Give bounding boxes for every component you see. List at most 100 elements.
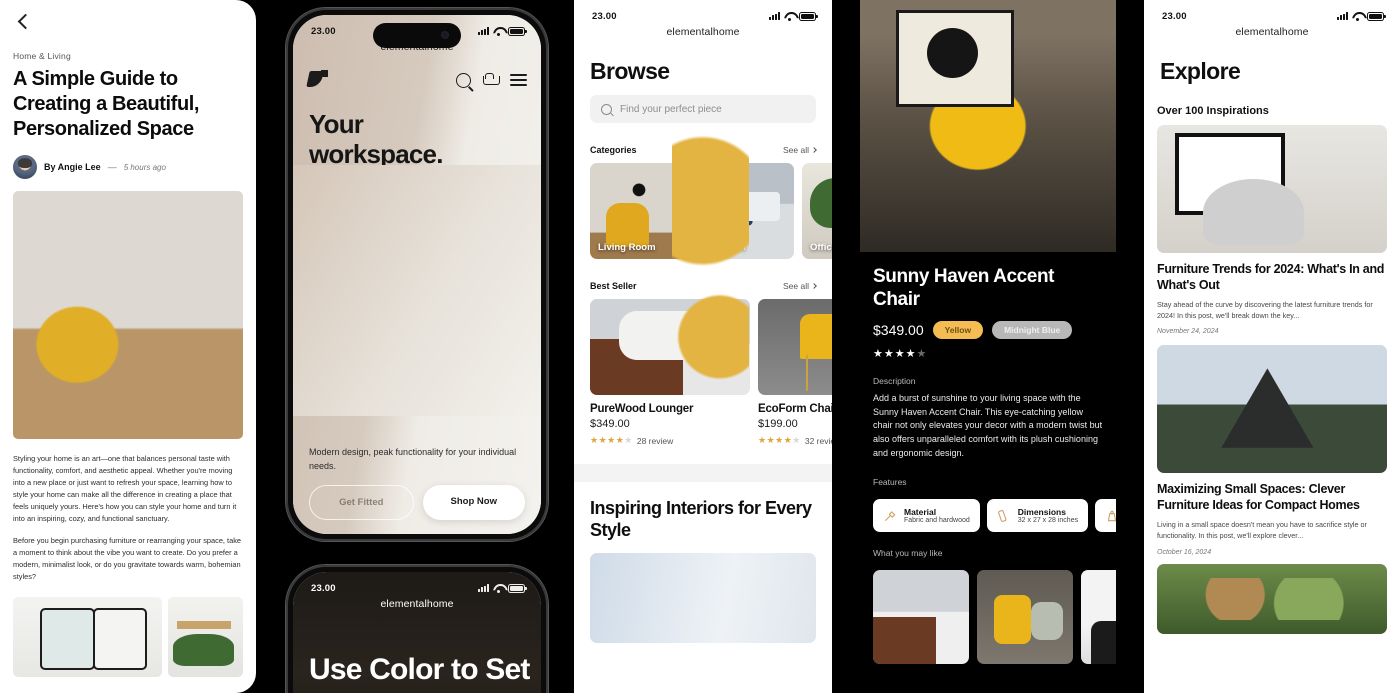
shop-now-button[interactable]: Shop Now [422, 485, 525, 520]
status-indicators [478, 26, 527, 36]
status-indicators [1337, 11, 1386, 21]
see-all-label: See all [783, 145, 809, 155]
landing-tagline: Modern design, peak functionality for yo… [309, 447, 517, 471]
device-frame: 23.00 elementalhome [286, 8, 548, 541]
category-card[interactable]: Office [802, 163, 832, 259]
search-icon [601, 103, 612, 115]
hero-line-1: Your [309, 109, 364, 139]
product-price: $349.00 [873, 321, 924, 338]
screenshot-stage: Home & Living A Simple Guide to Creating… [0, 0, 1400, 693]
article-title: Furniture Trends for 2024: What's In and… [1157, 262, 1385, 292]
feature-card[interactable]: Weight 32 lbs [1095, 499, 1116, 533]
brand-label: elementalhome [666, 26, 740, 38]
features-carousel[interactable]: Material Fabric and hardwood Dimensions … [860, 493, 1116, 533]
feature-title: Dimensions [1017, 507, 1066, 518]
get-fitted-button[interactable]: Get Fitted [309, 485, 414, 520]
see-all-label: See all [783, 281, 809, 291]
explore-panel: 23.00 elementalhome Explore Over 100 Ins… [1144, 0, 1400, 693]
status-bar: 23.00 [1144, 0, 1400, 26]
star-rating-icon: ★★★★★ [873, 347, 928, 360]
dynamic-island [373, 23, 461, 48]
status-time: 23.00 [311, 582, 336, 594]
article-headline: A Simple Guide to Creating a Beautiful, … [13, 68, 200, 140]
category-label: Office [810, 242, 832, 253]
recommendation-card[interactable] [1081, 570, 1116, 665]
article-byline: By Angie Lee — 5 hours ago [0, 141, 256, 191]
star-rating-icon: ★★★★★ [758, 435, 801, 445]
article-timestamp: 5 hours ago [123, 162, 166, 172]
cellular-signal-icon [478, 27, 489, 35]
article-thumbnail [1157, 345, 1387, 474]
chevron-right-icon [811, 283, 817, 289]
status-time: 23.00 [1162, 10, 1187, 22]
chevron-left-icon [17, 13, 34, 30]
device-screen: 23.00 elementalhome Use Color to Set [293, 572, 541, 693]
brand-label: elementalhome [1235, 26, 1309, 38]
recommendation-card[interactable] [977, 570, 1073, 665]
article-image-strip [0, 583, 256, 678]
article-thumbnail[interactable] [1157, 563, 1387, 634]
recommendation-card[interactable] [873, 570, 969, 665]
article-kicker: Home & Living [13, 51, 71, 61]
section-title: Best Seller [590, 281, 637, 291]
see-all-bestseller-link[interactable]: See all [783, 281, 817, 291]
product-description: Add a burst of sunshine to your living s… [873, 392, 1103, 459]
phone-mockup-landing: 23.00 elementalhome [286, 8, 548, 541]
cellular-signal-icon [478, 584, 489, 592]
product-rating: ★★★★★ 32 review [758, 430, 832, 446]
product-name: EcoForm Chair [758, 403, 832, 415]
byline-dash: — [107, 162, 117, 173]
menu-icon[interactable] [510, 74, 527, 86]
device-frame: 23.00 elementalhome Use Color to Set [286, 565, 548, 693]
section-title: Categories [590, 145, 637, 155]
cellular-signal-icon [1337, 12, 1348, 20]
author-name: By Angie Lee [44, 162, 101, 173]
description-label: Description [873, 375, 916, 386]
cart-icon[interactable] [483, 73, 500, 87]
status-bar: 23.00 [574, 0, 832, 26]
color-article-title: Use Color to Set [309, 653, 530, 686]
landing-button-row: Get Fitted Shop Now [309, 485, 525, 520]
features-label: Features [873, 477, 907, 488]
status-indicators [769, 11, 818, 21]
feature-card[interactable]: Material Fabric and hardwood [873, 499, 980, 533]
feature-card[interactable]: Dimensions 32 x 27 x 28 inches [986, 499, 1089, 533]
explore-subtitle: Over 100 Inspirations [1157, 105, 1269, 117]
weight-icon [1107, 510, 1116, 521]
status-bar: 23.00 [293, 572, 541, 598]
avatar [13, 155, 37, 180]
landing-page: 23.00 elementalhome [293, 15, 541, 534]
header-actions [456, 72, 527, 88]
product-hero-image [860, 0, 1116, 252]
article-strip-image [13, 597, 163, 678]
product-card[interactable]: EcoForm Chair $199.00 ★★★★★ 32 review [758, 299, 832, 446]
feature-value: Fabric and hardwood [904, 517, 970, 525]
article-title: Maximizing Small Spaces: Clever Furnitur… [1157, 482, 1360, 512]
back-button[interactable] [0, 0, 256, 31]
product-image [758, 299, 832, 395]
variant-chip-midnight-blue[interactable]: Midnight Blue [992, 320, 1073, 339]
article-thumbnail [1157, 125, 1387, 253]
search-icon[interactable] [456, 72, 471, 88]
review-count: 28 review [636, 435, 674, 446]
promo-image [590, 553, 816, 644]
phone-mockup-color: 23.00 elementalhome Use Color to Set [286, 565, 548, 693]
elemental-logo-icon[interactable] [307, 69, 329, 91]
article-card[interactable]: Maximizing Small Spaces: Clever Furnitur… [1144, 345, 1400, 556]
recommendations-carousel[interactable] [860, 564, 1116, 665]
battery-icon [508, 583, 527, 593]
article-paragraph: Before you begin purchasing furniture or… [13, 536, 242, 582]
recommendations-label: What you may like [873, 548, 943, 559]
landing-hero-image [293, 165, 541, 416]
variant-chip-yellow[interactable]: Yellow [932, 320, 984, 339]
article-date: November 24, 2024 [1157, 328, 1219, 336]
chevron-right-icon [811, 147, 817, 153]
battery-icon [799, 11, 818, 21]
battery-icon [508, 26, 527, 36]
wifi-icon [784, 12, 795, 21]
see-all-categories-link[interactable]: See all [783, 145, 817, 155]
status-time: 23.00 [311, 25, 336, 37]
article-card[interactable]: Furniture Trends for 2024: What's In and… [1144, 125, 1400, 335]
